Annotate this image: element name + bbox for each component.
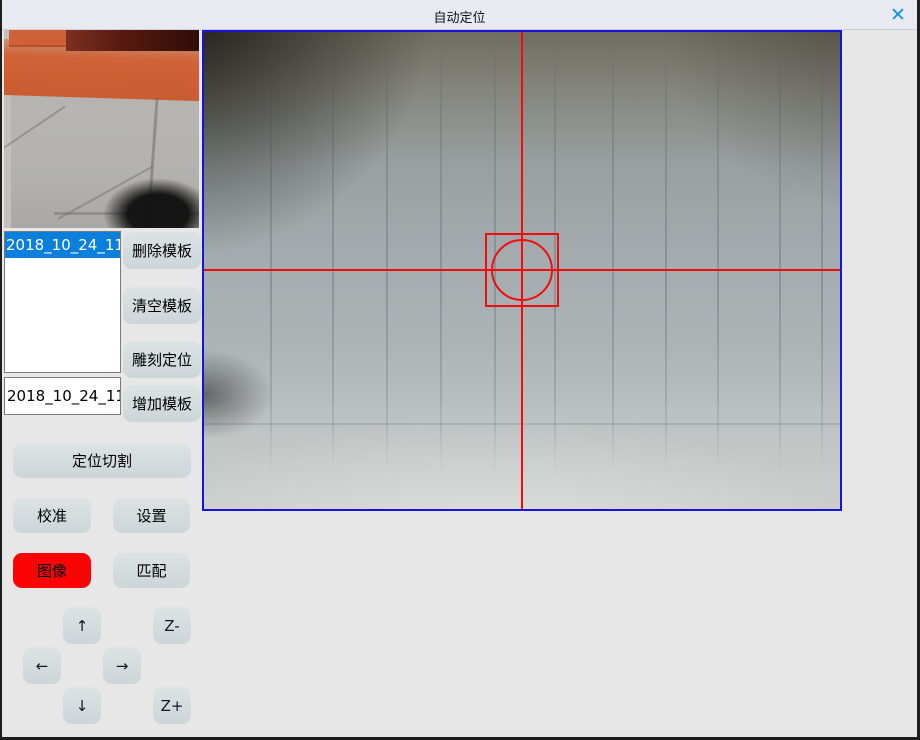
settings-button[interactable]: 设置 (113, 498, 190, 533)
image-button[interactable]: 图像 (13, 553, 91, 588)
ceiling-seam-line (779, 32, 781, 476)
delete-template-button[interactable]: 删除模板 (123, 232, 201, 269)
jog-up-button[interactable]: ↑ (63, 607, 101, 644)
ceiling-seam-line (717, 32, 719, 476)
dialog-window: 自动定位 ✕ 2018_10_24_11 删除模板 清空模板 雕刻定位 增加模板… (0, 0, 920, 740)
thumbnail-dark-strip (66, 30, 199, 51)
ceiling-seam-line (440, 32, 442, 476)
add-template-button[interactable]: 增加模板 (123, 385, 201, 422)
ceiling-seam-line (665, 32, 667, 476)
thumbnail-tile-line (4, 106, 66, 150)
ceiling-seam-line (612, 32, 614, 476)
clear-templates-button[interactable]: 清空模板 (123, 287, 201, 324)
ceiling-seam-line (332, 32, 334, 476)
ceiling-seam-line (270, 32, 272, 476)
z-plus-button[interactable]: Z+ (153, 687, 191, 724)
template-list-item[interactable]: 2018_10_24_11 (5, 232, 120, 258)
calibrate-button[interactable]: 校准 (13, 498, 91, 533)
engrave-position-button[interactable]: 雕刻定位 (123, 341, 201, 378)
target-circle (491, 239, 553, 301)
ceiling-seam-line (386, 32, 388, 476)
thumbnail-orange-block (9, 30, 66, 47)
match-button[interactable]: 匹配 (113, 553, 190, 588)
position-cut-button[interactable]: 定位切割 (13, 443, 191, 478)
template-thumbnail (4, 30, 199, 228)
ceiling-seam-line (821, 32, 823, 476)
title-bar[interactable]: 自动定位 ✕ (2, 0, 917, 30)
jog-left-button[interactable]: ← (23, 647, 61, 684)
template-name-input[interactable] (4, 377, 121, 415)
z-minus-button[interactable]: Z- (153, 607, 191, 644)
camera-view[interactable] (202, 30, 842, 511)
dialog-title: 自动定位 (2, 7, 917, 26)
template-listbox[interactable]: 2018_10_24_11 (4, 231, 121, 373)
jog-right-button[interactable]: → (103, 647, 141, 684)
jog-down-button[interactable]: ↓ (63, 687, 101, 724)
close-icon[interactable]: ✕ (885, 2, 911, 28)
